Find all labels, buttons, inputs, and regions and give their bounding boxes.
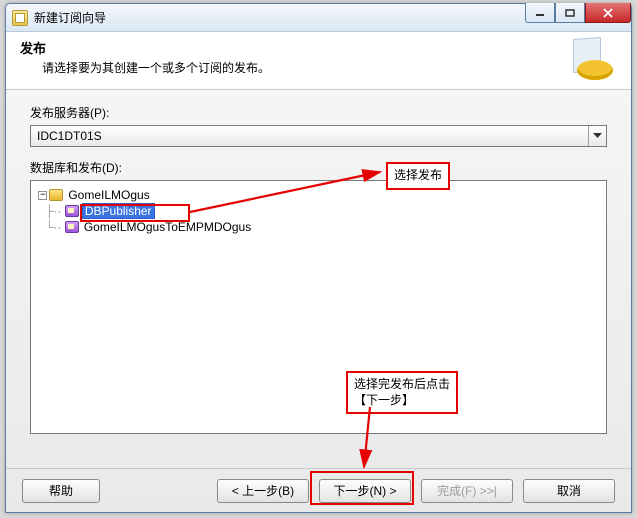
wizard-body: 发布服务器(P): IDC1DT01S 数据库和发布(D): − GomeILM… — [6, 90, 631, 512]
expander-icon[interactable]: − — [38, 191, 47, 200]
publication-icon — [573, 38, 617, 82]
annotation-callout-2: 选择完发布后点击 【下一步】 — [346, 371, 458, 414]
publication-node-icon — [65, 205, 79, 217]
tree-item-row[interactable]: ├·· DBPublisher — [35, 203, 602, 219]
back-button[interactable]: < 上一步(B) — [217, 479, 309, 503]
close-icon — [602, 8, 614, 18]
maximize-icon — [565, 9, 575, 17]
tree-label: 数据库和发布(D): — [30, 159, 607, 176]
minimize-icon — [535, 9, 545, 17]
database-tree[interactable]: − GomeILMOgus ├·· DBPublisher └·· GomeIL… — [30, 180, 607, 434]
chevron-down-icon — [588, 126, 606, 146]
annotation-callout-1: 选择发布 — [386, 162, 450, 190]
help-button[interactable]: 帮助 — [22, 479, 100, 503]
publisher-label: 发布服务器(P): — [30, 104, 607, 121]
tree-item-row[interactable]: └·· GomeILMOgusToEMPMDOgus — [35, 219, 602, 235]
header-title: 发布 — [20, 38, 617, 57]
publisher-combo[interactable]: IDC1DT01S — [30, 125, 607, 147]
publication-node-icon — [65, 221, 79, 233]
window-controls — [525, 3, 631, 23]
wizard-header: 发布 请选择要为其创建一个或多个订阅的发布。 — [6, 32, 631, 90]
next-button[interactable]: 下一步(N) > — [319, 479, 411, 503]
app-icon — [12, 10, 28, 26]
cancel-button[interactable]: 取消 — [523, 479, 615, 503]
finish-button: 完成(F) >>| — [421, 479, 513, 503]
titlebar[interactable]: 新建订阅向导 — [6, 4, 631, 32]
maximize-button[interactable] — [555, 3, 585, 23]
tree-item-label: GomeILMOgusToEMPMDOgus — [82, 220, 253, 234]
wizard-window: 新建订阅向导 发布 请选择要为其创建一个或多个订阅的发布。 发布服务器(P): … — [5, 3, 632, 513]
publisher-value: IDC1DT01S — [37, 129, 102, 143]
tree-item-label: DBPublisher — [82, 203, 155, 219]
window-title: 新建订阅向导 — [34, 9, 106, 26]
database-icon — [49, 189, 63, 201]
tree-root-label: GomeILMOgus — [66, 188, 151, 202]
minimize-button[interactable] — [525, 3, 555, 23]
header-subtitle: 请选择要为其创建一个或多个订阅的发布。 — [42, 59, 617, 76]
tree-root-row[interactable]: − GomeILMOgus — [35, 187, 602, 203]
close-button[interactable] — [585, 3, 631, 23]
wizard-footer: 帮助 < 上一步(B) 下一步(N) > 完成(F) >>| 取消 — [6, 468, 631, 512]
